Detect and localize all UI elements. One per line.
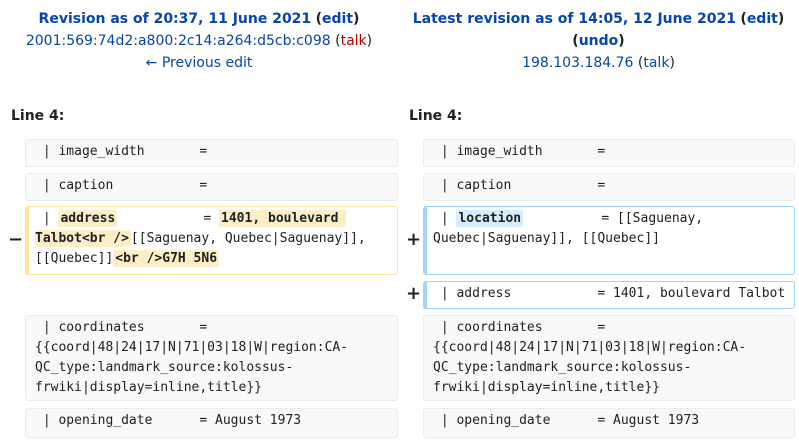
right-line-number: Line 4:: [409, 108, 463, 124]
added-line: | location = [[Saguenay, Quebec|Saguenay…: [423, 206, 795, 275]
context-line-left: | opening_date = August 1973: [25, 408, 398, 438]
context-line-right: | coordinates = {{coord|48|24|17|N|71|03…: [423, 315, 795, 401]
deleted-text: <br />G7H 5N6: [113, 250, 220, 267]
context-line-right: | caption =: [423, 173, 795, 201]
left-revision-title-link[interactable]: Revision as of 20:37, 11 June 2021: [39, 11, 312, 27]
right-revision-header: Latest revision as of 14:05, 12 June 202…: [412, 11, 785, 71]
previous-edit-link[interactable]: ← Previous edit: [146, 55, 253, 71]
right-user-link[interactable]: 198.103.184.76: [522, 55, 633, 71]
left-line-number: Line 4:: [11, 108, 65, 124]
context-line-left: | caption =: [25, 173, 398, 201]
added-line-marker: +: [406, 283, 422, 304]
added-line: | address = 1401, boulevard Talbot: [423, 281, 795, 309]
context-line-left: | image_width =: [25, 139, 398, 167]
del-mid: =: [117, 211, 220, 226]
ins-prefix: |: [433, 211, 457, 226]
right-talk-link[interactable]: talk: [643, 55, 669, 71]
deleted-word: address: [58, 210, 118, 227]
left-revision-header: Revision as of 20:37, 11 June 2021 (edit…: [25, 11, 373, 71]
left-talk-link[interactable]: talk: [341, 33, 367, 49]
context-line-right: | image_width =: [423, 139, 795, 167]
undo-link[interactable]: undo: [579, 33, 619, 49]
added-word: location: [456, 210, 524, 227]
context-line-left: | coordinates = {{coord|48|24|17|N|71|03…: [25, 315, 398, 401]
left-edit-link[interactable]: edit: [322, 11, 353, 27]
right-revision-title-link[interactable]: Latest revision as of 14:05, 12 June 202…: [413, 11, 736, 27]
deleted-line-marker: −: [8, 229, 24, 250]
right-edit-link[interactable]: edit: [747, 11, 778, 27]
context-line-right: | opening_date = August 1973: [423, 408, 795, 438]
left-user-link[interactable]: 2001:569:74d2:a800:2c14:a264:d5cb:c098: [26, 33, 331, 49]
added-line-marker: +: [406, 229, 422, 250]
deleted-line: | address = 1401, boulevard Talbot<br />…: [25, 206, 398, 275]
del-prefix: |: [35, 211, 59, 226]
